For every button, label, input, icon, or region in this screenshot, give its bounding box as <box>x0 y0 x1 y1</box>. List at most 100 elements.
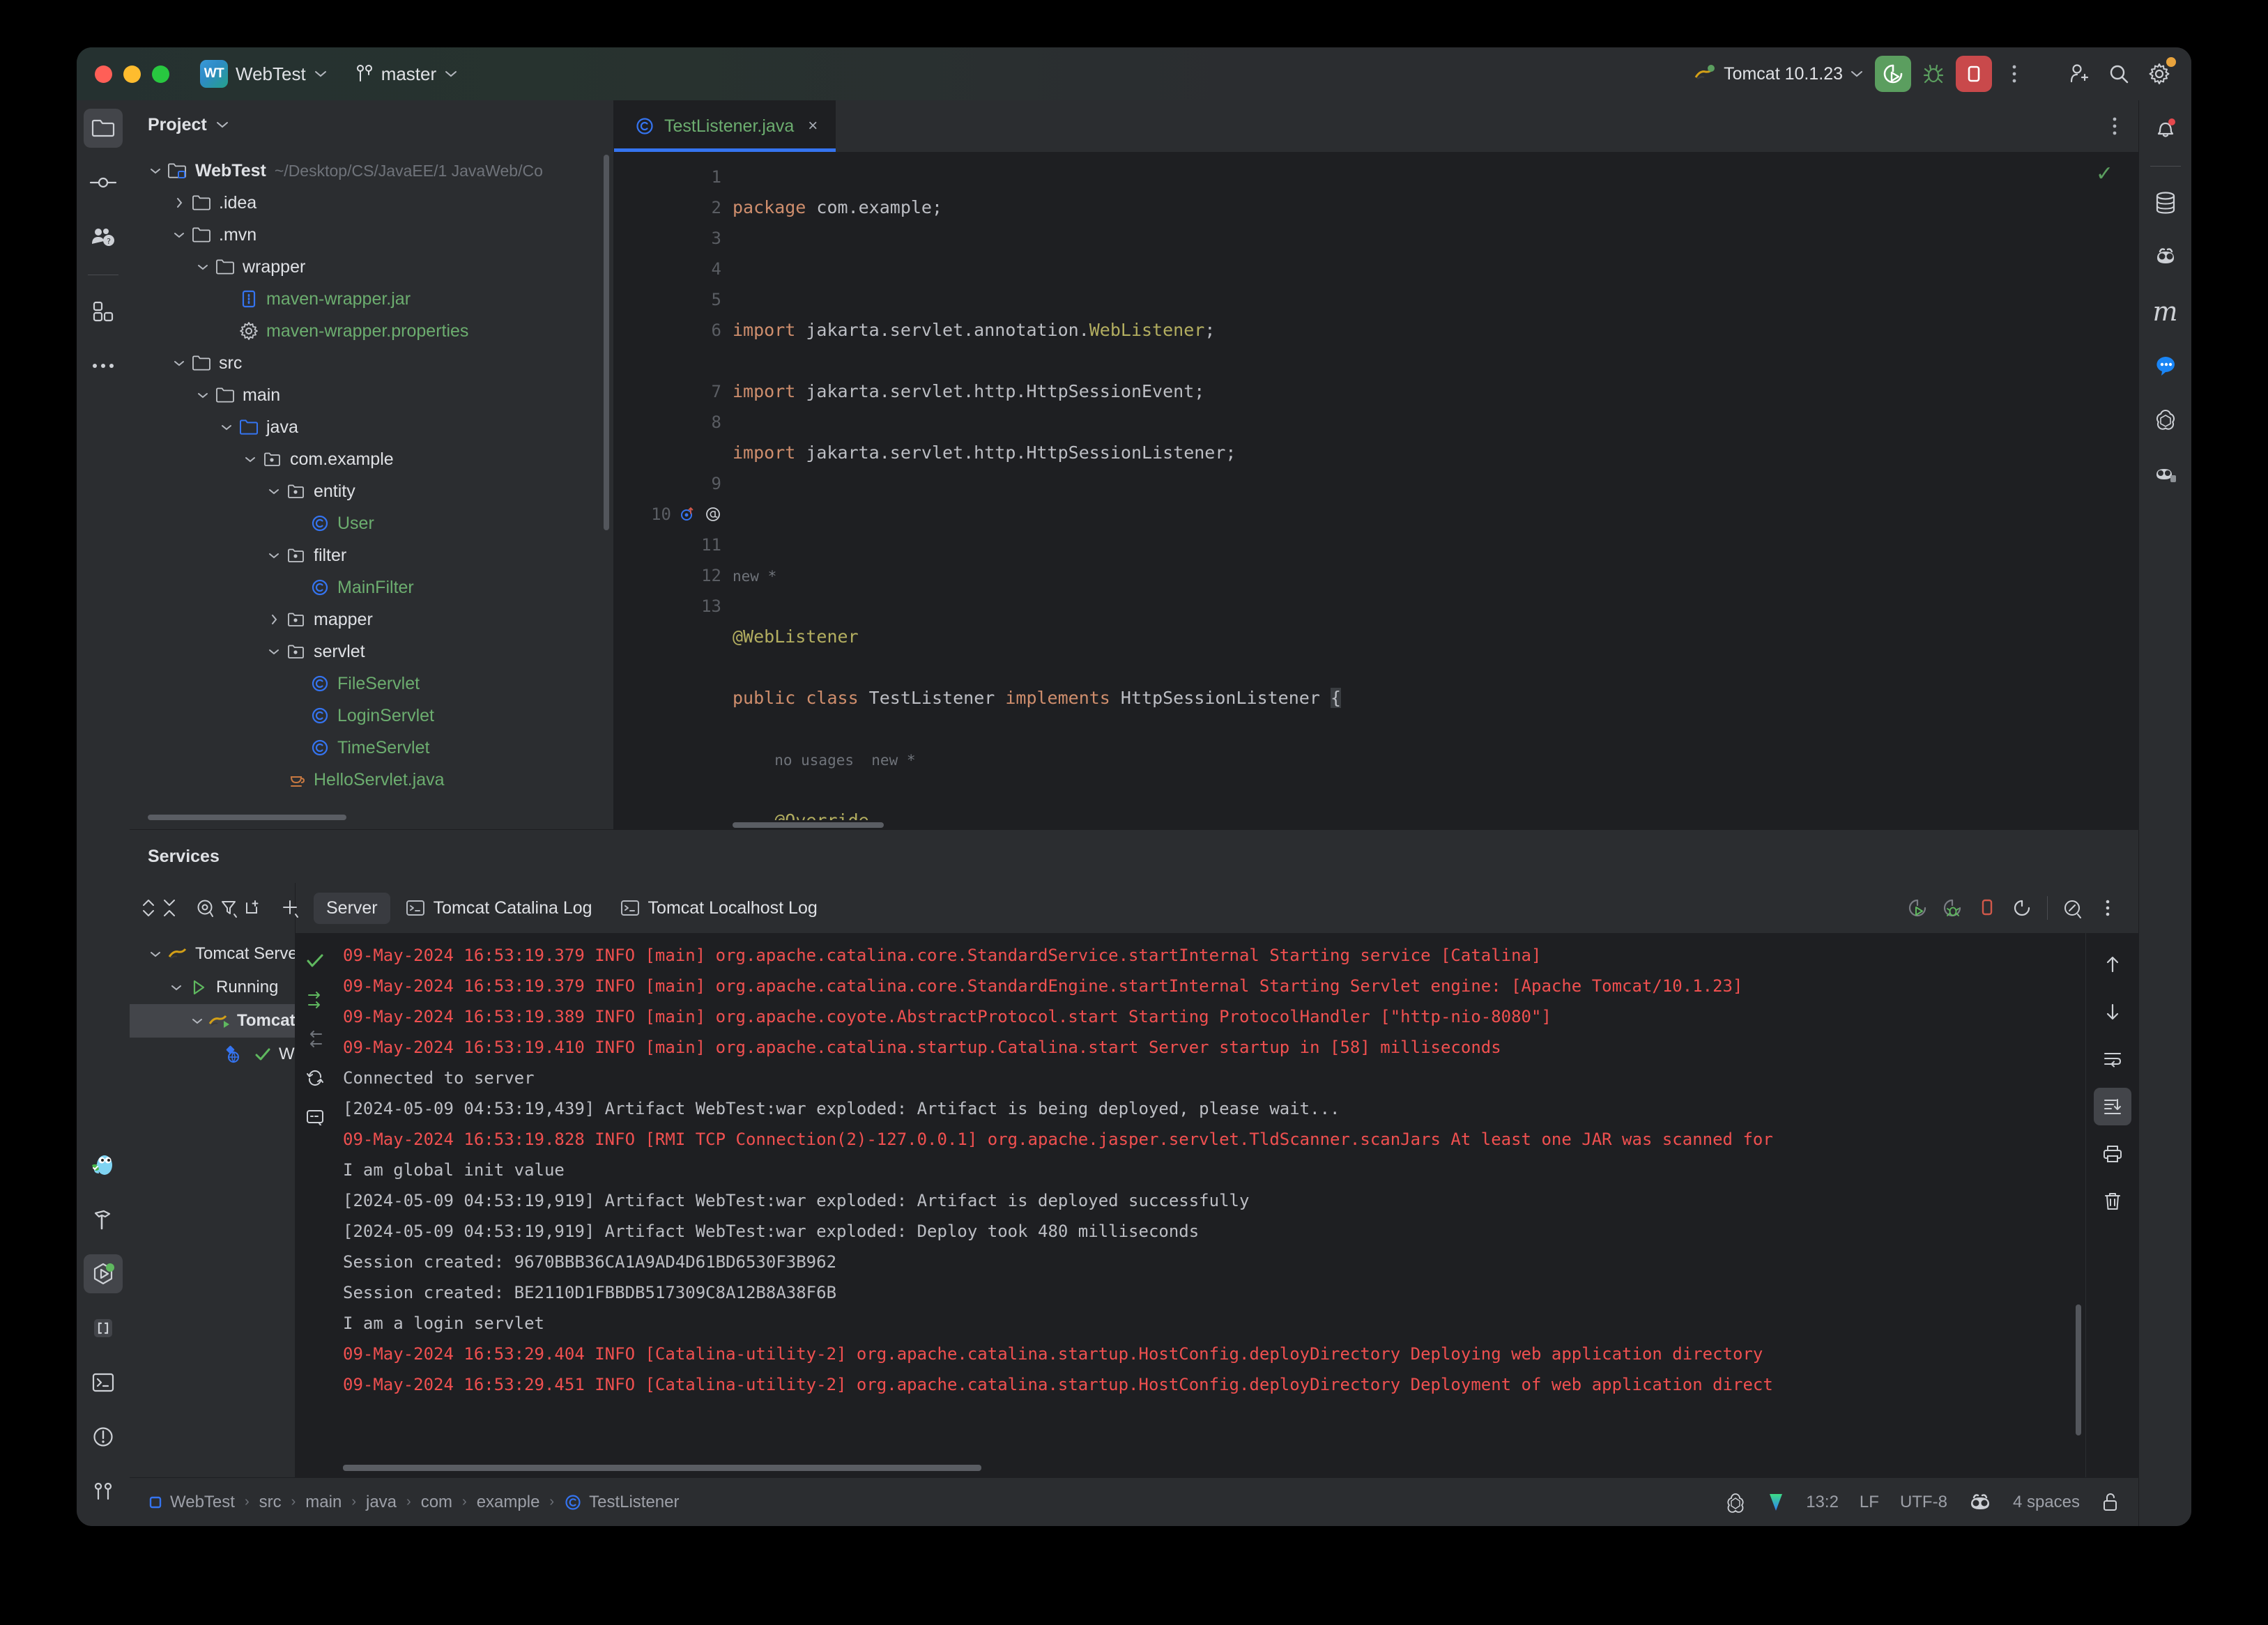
lock-status-icon[interactable] <box>2101 1492 2120 1513</box>
inspection-status-icon[interactable]: ✓ <box>2096 162 2113 186</box>
caret-position[interactable]: 13:2 <box>1806 1493 1839 1512</box>
chevron-down-icon[interactable] <box>169 231 190 239</box>
show-value-button[interactable] <box>195 893 216 923</box>
sidebar-item-more[interactable] <box>84 346 123 385</box>
sidebar-item-version-control[interactable] <box>84 1472 123 1511</box>
project-tree-item[interactable]: main <box>130 379 613 411</box>
code-text[interactable]: package com.example; import jakarta.serv… <box>733 152 2138 820</box>
sidebar-item-maven[interactable]: m <box>2146 292 2185 331</box>
services-tree[interactable]: Tomcat Server Running <box>130 933 296 1477</box>
down-arrow-button[interactable] <box>2094 993 2131 1031</box>
project-tree-item[interactable]: LoginServlet <box>130 700 613 732</box>
chevron-right-icon[interactable] <box>263 613 284 626</box>
project-tree[interactable]: WebTest~/Desktop/CS/JavaEE/1 JavaWeb/Co.… <box>130 149 613 808</box>
line-separator[interactable]: LF <box>1860 1493 1879 1512</box>
tab-testlistener-java[interactable]: TestListener.java × <box>614 100 836 152</box>
sidebar-item-golang[interactable] <box>84 1146 123 1185</box>
restore-layout-icon[interactable] <box>298 1019 332 1058</box>
up-arrow-button[interactable] <box>2094 946 2131 983</box>
sidebar-item-plugins[interactable] <box>84 292 123 331</box>
editor-hscrollbar[interactable] <box>733 820 2110 826</box>
sidebar-item-services[interactable] <box>84 1254 123 1293</box>
refresh-icon[interactable] <box>298 1058 332 1098</box>
scroll-to-end-button[interactable] <box>2094 1088 2131 1125</box>
tab-tomcat-localhost-log[interactable]: Tomcat Localhost Log <box>608 893 830 924</box>
sidebar-item-ai-assistant[interactable] <box>2146 238 2185 277</box>
breadcrumb-item[interactable]: src <box>259 1493 282 1512</box>
project-tree-item[interactable]: FileServlet <box>130 668 613 700</box>
tab-server[interactable]: Server <box>314 893 390 924</box>
sidebar-item-terminal[interactable] <box>84 1363 123 1402</box>
search-everywhere-button[interactable] <box>2101 56 2137 92</box>
more-actions-button[interactable] <box>1996 56 2032 92</box>
chevron-down-icon[interactable] <box>145 950 166 958</box>
project-panel-header[interactable]: Project <box>130 100 613 149</box>
chevron-down-icon[interactable] <box>169 360 190 367</box>
editor-options-button[interactable] <box>2112 100 2138 152</box>
project-tree-item[interactable]: filter <box>130 539 613 571</box>
maximize-window-button[interactable] <box>152 66 169 83</box>
project-tree-item[interactable]: maven-wrapper.properties <box>130 315 613 347</box>
chevron-down-icon[interactable] <box>263 648 284 656</box>
sidebar-item-commit[interactable] <box>84 163 123 202</box>
sidebar-item-copilot[interactable] <box>2146 455 2185 494</box>
console-output[interactable]: 09-May-2024 16:53:19.379 INFO [main] org… <box>335 933 2085 1477</box>
openai-status-icon[interactable] <box>1725 1492 1746 1513</box>
chevron-down-icon[interactable] <box>263 552 284 560</box>
edit-configurations-button[interactable] <box>2058 893 2088 923</box>
service-node-tomcat-instance[interactable]: Tomcat 10.1.23 [loca <box>130 1004 295 1038</box>
line-number-gutter[interactable]: 1 2 3 4 5 6 7 8 9 10 <box>614 152 733 820</box>
breadcrumb-item[interactable]: WebTest <box>148 1493 235 1512</box>
minimize-window-button[interactable] <box>123 66 141 83</box>
chevron-down-icon[interactable] <box>145 167 166 175</box>
project-selector[interactable]: WT WebTest <box>192 56 336 92</box>
group-button[interactable] <box>243 893 263 923</box>
service-node-running[interactable]: Running <box>130 971 295 1004</box>
project-tree-item[interactable]: MainFilter <box>130 571 613 603</box>
copilot-status-icon[interactable] <box>1968 1493 1992 1512</box>
sidebar-item-chat[interactable] <box>2146 346 2185 385</box>
chevron-down-icon[interactable] <box>216 424 237 431</box>
chevron-down-icon[interactable] <box>192 263 213 271</box>
restart-button[interactable] <box>2007 893 2037 923</box>
thread-dump-icon[interactable] <box>298 980 332 1019</box>
expand-all-button[interactable] <box>139 893 158 923</box>
print-button[interactable] <box>2094 1135 2131 1173</box>
branch-selector[interactable]: master <box>347 59 466 89</box>
sidebar-item-pull-requests[interactable]: ? <box>84 217 123 256</box>
share-project-button[interactable] <box>2060 56 2097 92</box>
gutter-override-marker[interactable]: 10 <box>614 499 733 530</box>
sidebar-item-structure[interactable] <box>84 1309 123 1348</box>
sidebar-item-problems[interactable] <box>84 1417 123 1456</box>
chevron-right-icon[interactable] <box>169 197 190 209</box>
project-tree-item[interactable]: TimeServlet <box>130 732 613 764</box>
project-tree-item[interactable]: java <box>130 411 613 443</box>
run-configuration-selector[interactable]: Tomcat 10.1.23 <box>1686 61 1871 87</box>
indent-setting[interactable]: 4 spaces <box>2013 1493 2080 1512</box>
project-tree-item[interactable]: maven-wrapper.jar <box>130 283 613 315</box>
console-text[interactable]: 09-May-2024 16:53:19.379 INFO [main] org… <box>335 933 2085 1462</box>
sidebar-item-notifications[interactable] <box>2146 109 2185 148</box>
service-node-tomcat-server[interactable]: Tomcat Server <box>130 937 295 971</box>
breadcrumb-item[interactable]: main <box>305 1493 342 1512</box>
rerun-button[interactable] <box>1902 893 1933 923</box>
debug-button[interactable] <box>1915 56 1952 92</box>
more-options-button[interactable] <box>2092 893 2123 923</box>
clear-all-button[interactable] <box>2094 1183 2131 1220</box>
soft-wrap-button[interactable] <box>2094 1040 2131 1078</box>
project-tree-item[interactable]: WebTest~/Desktop/CS/JavaEE/1 JavaWeb/Co <box>130 155 613 187</box>
breadcrumb[interactable]: WebTest›src›main›java›com›example›TestLi… <box>148 1493 680 1512</box>
chevron-down-icon[interactable] <box>263 488 284 495</box>
project-tree-item[interactable]: src <box>130 347 613 379</box>
run-button[interactable] <box>1875 56 1911 92</box>
console-view-icon[interactable] <box>298 1098 332 1137</box>
settings-button[interactable] <box>2141 56 2177 92</box>
breadcrumb-item[interactable]: example <box>477 1493 540 1512</box>
sidebar-item-build[interactable] <box>84 1200 123 1239</box>
project-tree-item[interactable]: mapper <box>130 603 613 636</box>
chevron-down-icon[interactable] <box>240 456 261 463</box>
project-tree-item[interactable]: HelloServlet.java <box>130 764 613 796</box>
console-hscrollbar[interactable] <box>343 1462 2069 1473</box>
close-window-button[interactable] <box>95 66 112 83</box>
service-node-artifact[interactable]: WebTest:war e <box>130 1038 295 1071</box>
